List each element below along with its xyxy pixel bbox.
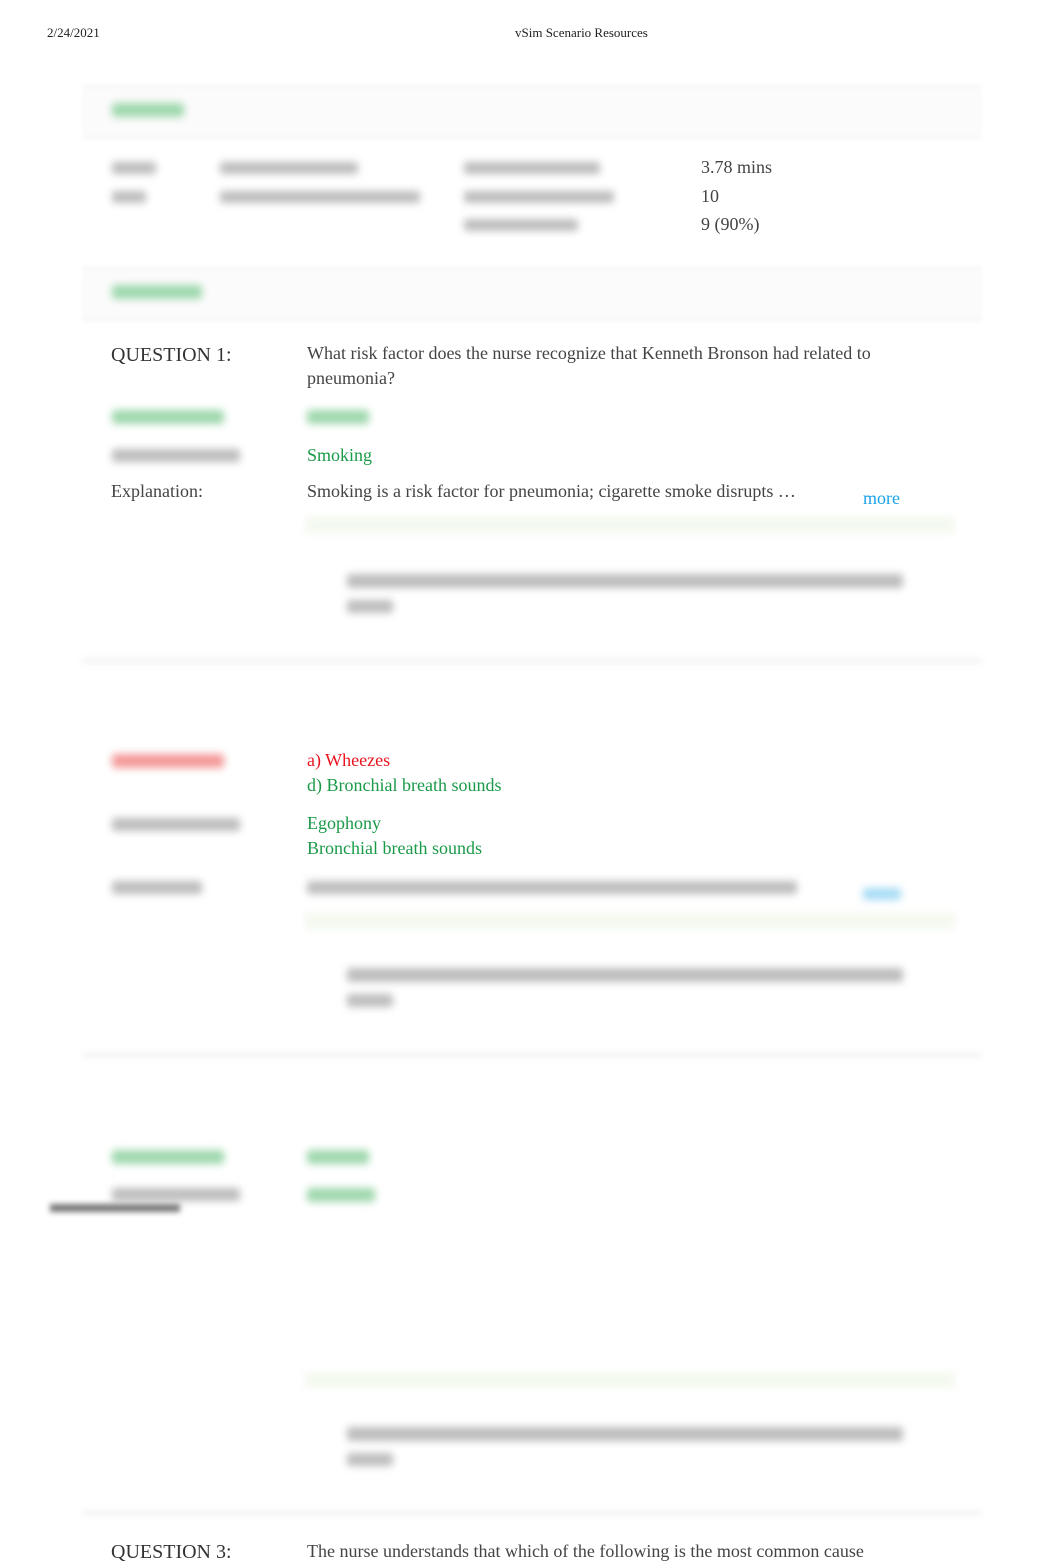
blurred-reference [347,968,903,982]
blurred-correct-response-value [307,1188,375,1202]
blurred-summary-heading [112,103,184,117]
blurred-label [464,219,578,231]
blurred-your-response-value [307,410,369,424]
explanation-divider [305,1372,955,1388]
question-divider [82,1510,982,1516]
blurred-label [464,191,614,203]
question-1-correct-response: Smoking [307,445,373,465]
blurred-label [112,191,146,203]
summary-header-panel [82,85,982,139]
blurred-explanation [307,881,797,894]
blurred-reference [347,994,393,1007]
question-1-text: What risk factor does the nurse recogniz… [307,343,871,363]
blurred-reference [347,1453,393,1466]
question-2-response-2: d) Bronchial breath sounds [307,775,502,795]
blurred-label [112,162,156,174]
blurred-reference [347,574,903,588]
blurred-your-response-label [112,1150,224,1164]
blurred-your-response-value [307,1150,369,1164]
blurred-correct-response-label [112,449,240,462]
time-spent-value: 3.78 mins [701,157,773,177]
blurred-your-response-label [112,754,224,768]
blurred-value [220,191,420,203]
blurred-explanation-label [112,881,202,894]
blurred-reference [347,600,393,613]
blurred-questions-heading [112,285,202,299]
blurred-correct-response-label [112,818,240,831]
questions-answered-value: 10 [701,186,719,206]
explanation-divider [305,517,955,533]
blurred-correct-response-label [112,1188,240,1201]
blurred-value [220,162,358,174]
correct-count-value: 9 (90%) [701,214,760,234]
more-link[interactable]: more [863,488,900,509]
explanation-label: Explanation: [111,481,203,501]
question-1-text-line2: pneumonia? [307,368,395,388]
print-title: vSim Scenario Resources [515,25,648,40]
blurred-label [464,162,600,174]
blurred-your-response-label [112,410,224,424]
questions-header-panel [82,267,982,321]
print-date: 2/24/2021 [47,25,100,40]
question-2-response-1: a) Wheezes [307,750,391,770]
page-break-shadow [50,1204,180,1212]
question-divider [82,1052,982,1058]
question-2-correct-2: Bronchial breath sounds [307,838,482,858]
blurred-more-link[interactable] [863,888,901,900]
question-2-correct-1: Egophony [307,813,381,833]
question-1-label: QUESTION 1: [111,344,232,366]
question-1-explanation: Smoking is a risk factor for pneumonia; … [307,481,796,501]
blurred-reference [347,1427,903,1441]
question-divider [82,658,982,664]
question-3-text: The nurse understands that which of the … [307,1541,864,1561]
explanation-divider [305,913,955,929]
